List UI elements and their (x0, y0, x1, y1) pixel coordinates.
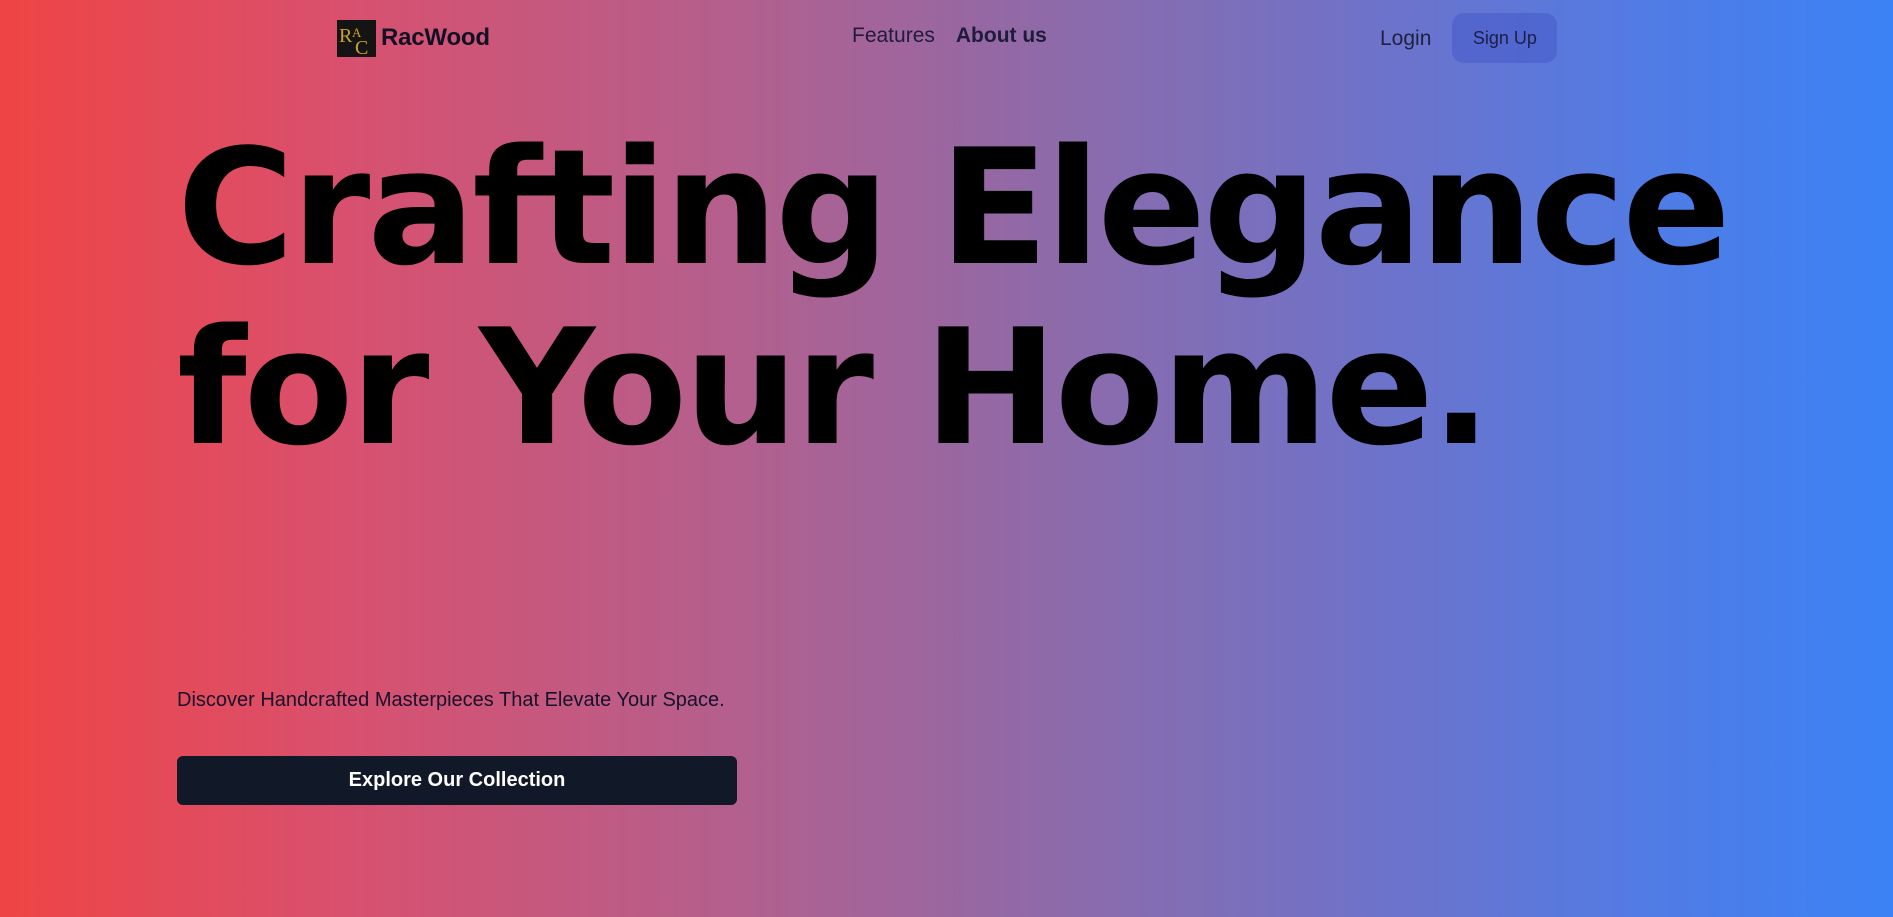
main-nav: Features About us (852, 24, 1047, 48)
svg-text:C: C (355, 37, 368, 57)
svg-text:R: R (339, 25, 353, 47)
racwood-logo-icon: R A C (337, 19, 376, 57)
hero-title: Crafting Elegance for Your Home. (177, 118, 1737, 478)
nav-link-about-us[interactable]: About us (956, 24, 1047, 48)
brand-name: RacWood (381, 24, 490, 51)
top-navbar: R A C RacWood Features About us Login Si… (0, 0, 1893, 76)
hero-title-line-1: Crafting Elegance (177, 114, 1731, 301)
hero-tagline: Discover Handcrafted Masterpieces That E… (177, 689, 725, 711)
hero-title-line-2: for Your Home. (177, 294, 1492, 481)
login-link[interactable]: Login (1380, 27, 1431, 51)
explore-collection-button[interactable]: Explore Our Collection (177, 756, 737, 805)
nav-link-features[interactable]: Features (852, 24, 935, 48)
brand-home-link[interactable]: R A C RacWood (337, 19, 490, 57)
signup-button[interactable]: Sign Up (1452, 13, 1558, 63)
auth-actions: Login Sign Up (1380, 13, 1558, 63)
